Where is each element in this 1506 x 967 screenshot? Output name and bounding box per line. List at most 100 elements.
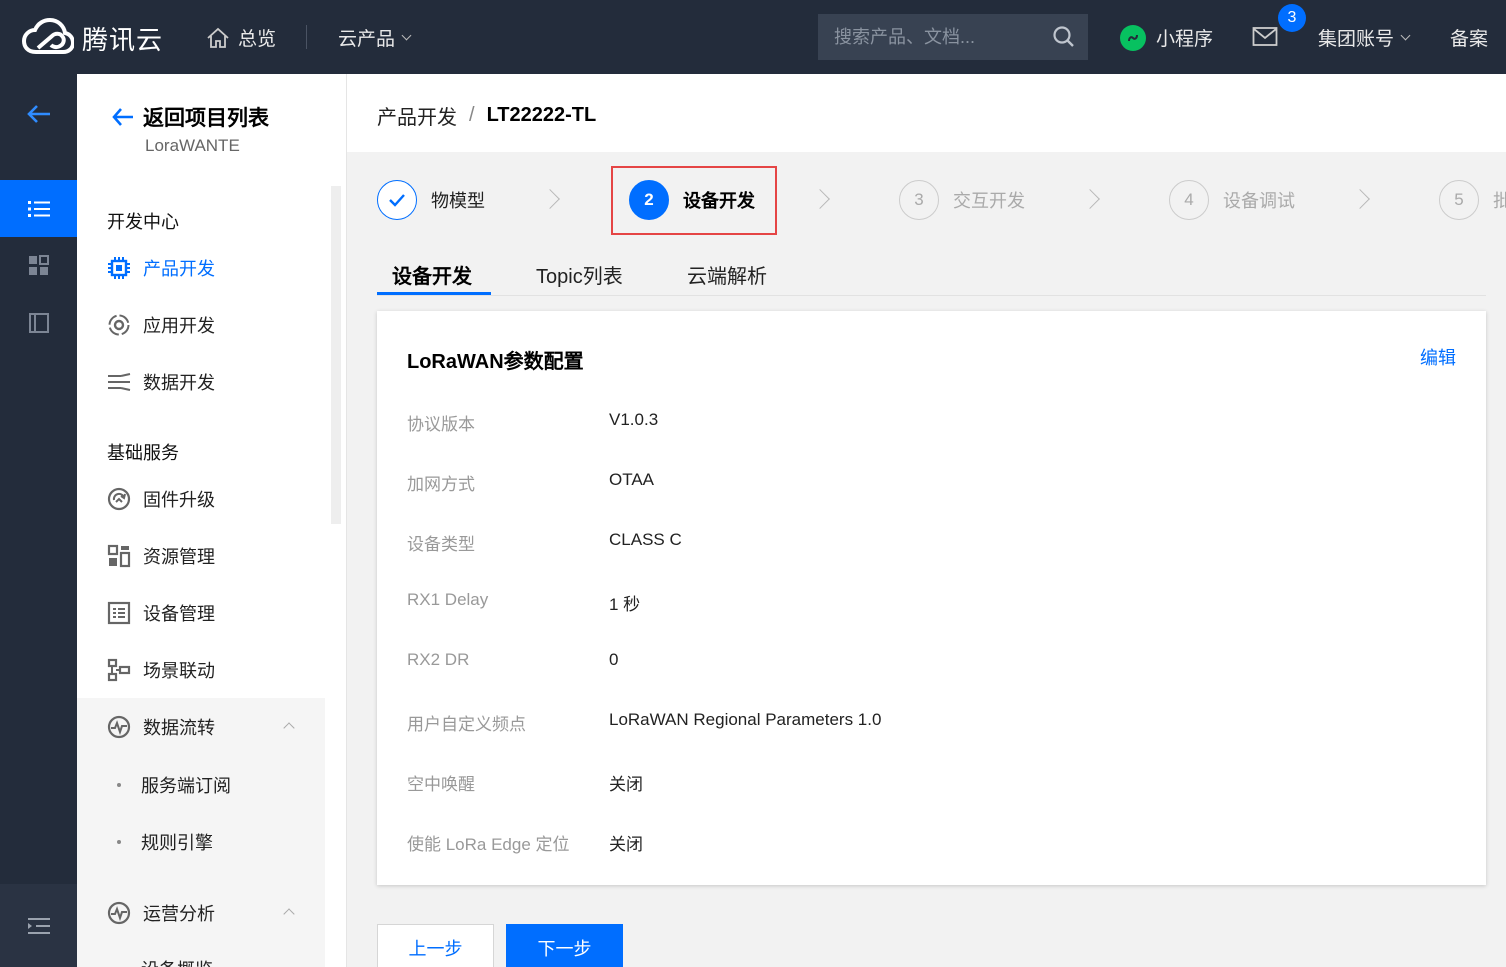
chevron-down-icon (1400, 30, 1411, 41)
step-thing-model[interactable]: 物模型 (377, 180, 485, 220)
search-box (818, 14, 1088, 60)
config-row-rx1-delay: RX1 Delay 1 秒 (407, 590, 640, 615)
nav-divider (306, 25, 307, 49)
sidebar-subitem-label: 设备概览 (141, 956, 213, 967)
next-step-button[interactable]: 下一步 (506, 924, 623, 967)
sidebar-item-label: 数据开发 (143, 373, 215, 393)
tab-cloud-parsing[interactable]: 云端解析 (687, 260, 767, 296)
sidebar-item-product-dev[interactable]: 产品开发 (107, 253, 215, 283)
chevron-right-icon (810, 189, 830, 209)
sidebar-subitem-server-sub[interactable]: 服务端订阅 (117, 772, 231, 798)
sidebar-item-firmware[interactable]: 固件升级 (107, 484, 215, 514)
scene-linkage-icon (107, 658, 131, 682)
nav-overview[interactable]: 总览 (206, 24, 276, 51)
mail-count-badge: 3 (1278, 4, 1306, 32)
sidebar-subitem-label: 服务端订阅 (141, 776, 231, 796)
config-key: 设备类型 (407, 535, 475, 554)
step-interaction-dev[interactable]: 3 交互开发 (899, 180, 1025, 220)
chevron-right-icon (540, 189, 560, 209)
step-label: 批 (1493, 191, 1506, 211)
config-value: OTAA (609, 470, 655, 489)
sidebar-item-label: 产品开发 (143, 259, 215, 279)
sidebar-item-app-dev[interactable]: 应用开发 (107, 310, 215, 340)
sidebar-item-label: 应用开发 (143, 316, 215, 336)
sidebar-item-ops-analysis[interactable]: 运营分析 (107, 898, 215, 928)
sidebar-item-label: 数据流转 (143, 718, 215, 738)
mail-icon[interactable] (1252, 26, 1278, 48)
search-input[interactable] (818, 14, 1048, 60)
step-device-dev[interactable]: 2 设备开发 (629, 180, 755, 220)
sidebar-item-scene[interactable]: 场景联动 (107, 655, 215, 685)
config-value: 1 秒 (609, 595, 641, 614)
cloud-logo-icon (22, 18, 74, 54)
chevron-right-icon (1350, 189, 1370, 209)
config-value: CLASS C (609, 530, 682, 549)
brand-name: 腾讯云 (82, 24, 164, 55)
config-row-join-method: 加网方式 OTAA (407, 470, 654, 495)
step-label: 设备调试 (1223, 191, 1295, 211)
config-key: 协议版本 (407, 415, 475, 434)
project-sidebar: 返回项目列表 LoraWANTE 开发中心 产品开发 应用开发 数据开发 基础服… (77, 74, 347, 967)
rail-list-button[interactable] (0, 180, 77, 237)
breadcrumb-bar: 产品开发 / LT22222-TL (347, 74, 1506, 152)
rail-back-button[interactable] (0, 86, 77, 142)
icon-rail (0, 74, 77, 967)
top-navigation-bar: 腾讯云 总览 云产品 小程序 3 集团账号 备案 (0, 0, 1506, 74)
nav-beian[interactable]: 备案 (1450, 24, 1488, 51)
progress-steps: 物模型 2 设备开发 3 交互开发 4 设备调试 5 批 (347, 152, 1506, 250)
breadcrumb: 产品开发 / LT22222-TL (377, 101, 596, 130)
sidebar-item-device[interactable]: 设备管理 (107, 598, 215, 628)
book-icon (28, 312, 49, 333)
firmware-upgrade-icon (107, 487, 131, 511)
chip-icon (107, 256, 131, 280)
card-title: LoRaWAN参数配置 (407, 351, 584, 373)
tab-topic-list[interactable]: Topic列表 (536, 260, 623, 296)
sidebar-item-label: 设备管理 (143, 604, 215, 624)
config-row-lora-edge: 使能 LoRa Edge 定位 关闭 (407, 830, 643, 855)
rail-grid-button[interactable] (0, 237, 77, 294)
project-name: LoraWANTE (145, 136, 240, 155)
rail-docs-button[interactable] (0, 294, 77, 351)
config-key: 用户自定义频点 (407, 715, 526, 734)
grid-icon (28, 254, 49, 275)
config-row-rx2-dr: RX2 DR 0 (407, 650, 618, 670)
miniprogram-icon (1120, 24, 1146, 51)
previous-step-button[interactable]: 上一步 (377, 924, 494, 967)
step-device-debug[interactable]: 4 设备调试 (1169, 180, 1295, 220)
config-row-protocol-version: 协议版本 V1.0.3 (407, 410, 658, 435)
sidebar-item-data-dev[interactable]: 数据开发 (107, 367, 215, 397)
search-icon[interactable] (1052, 25, 1076, 49)
data-flow-icon (107, 370, 131, 394)
step-label: 物模型 (431, 191, 485, 211)
config-row-air-wakeup: 空中唤醒 关闭 (407, 770, 643, 795)
arrow-left-icon (112, 108, 133, 126)
resource-icon (107, 544, 131, 568)
step-number: 4 (1169, 180, 1209, 220)
back-to-projects-link[interactable]: 返回项目列表 (111, 102, 269, 132)
step-batch[interactable]: 5 批 (1439, 180, 1506, 220)
tencent-cloud-logo[interactable]: 腾讯云 (22, 18, 163, 58)
config-value: 0 (609, 650, 619, 669)
sidebar-item-resource[interactable]: 资源管理 (107, 541, 215, 571)
target-icon (107, 313, 131, 337)
edit-link[interactable]: 编辑 (1420, 344, 1456, 370)
sidebar-subitem-rule-engine[interactable]: 规则引擎 (117, 829, 213, 855)
nav-group-account[interactable]: 集团账号 (1318, 24, 1411, 51)
nav-cloud-products[interactable]: 云产品 (338, 24, 412, 51)
home-icon (207, 27, 229, 48)
sidebar-scrollbar[interactable] (331, 186, 341, 524)
arrow-left-icon (26, 105, 50, 123)
section-dev-center: 开发中心 (107, 212, 179, 232)
sidebar-item-data-flow[interactable]: 数据流转 (107, 712, 215, 742)
check-icon (377, 180, 417, 220)
breadcrumb-parent[interactable]: 产品开发 (377, 101, 457, 130)
rail-collapse-button[interactable] (0, 884, 77, 967)
nav-overview-label: 总览 (238, 29, 277, 50)
config-key: RX2 DR (407, 650, 470, 669)
sidebar-item-label: 运营分析 (143, 904, 215, 924)
nav-miniprogram[interactable]: 小程序 (1120, 24, 1213, 51)
tab-device-dev[interactable]: 设备开发 (392, 260, 472, 296)
back-to-projects-label: 返回项目列表 (143, 107, 269, 130)
sidebar-item-label: 场景联动 (143, 661, 215, 681)
sidebar-subitem-device-overview[interactable]: 设备概览 (117, 956, 213, 967)
